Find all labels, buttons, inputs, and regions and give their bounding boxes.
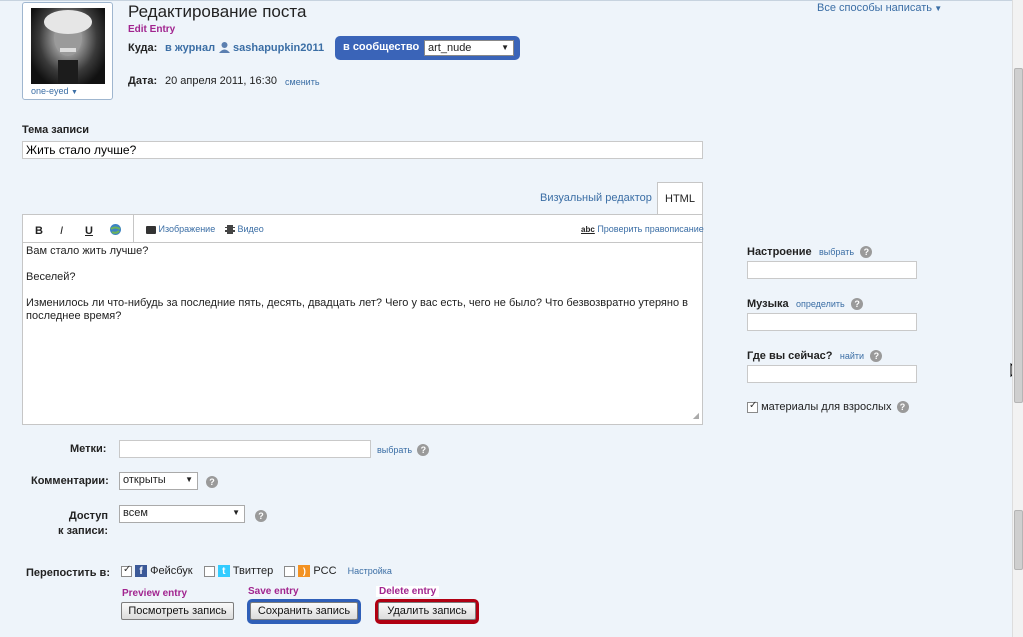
crosspost-settings-link[interactable]: Настройка <box>348 566 392 576</box>
location-input[interactable] <box>747 365 917 383</box>
comments-label: Комментарии: <box>31 475 109 487</box>
chevron-down-icon: ▼ <box>932 4 943 13</box>
scrollbar-thumb-lower[interactable] <box>1014 510 1023 570</box>
tags-input[interactable] <box>119 440 371 458</box>
help-icon[interactable]: ? <box>417 443 430 456</box>
edit-entry-annotation: Edit Entry <box>128 24 176 35</box>
community-label: в сообщество <box>343 41 420 53</box>
location-find-link[interactable]: найти <box>840 351 864 361</box>
top-border <box>0 0 1012 1</box>
chevron-down-icon: ▼ <box>501 43 509 52</box>
help-icon[interactable]: ? <box>860 245 873 258</box>
preview-button-wrap: Посмотреть запись <box>121 602 234 620</box>
delete-annotation: Delete entry <box>376 586 440 597</box>
tab-visual-editor[interactable]: Визуальный редактор <box>540 192 652 204</box>
tags-choose-link[interactable]: выбрать <box>377 445 412 455</box>
subject-label: Тема записи <box>22 124 90 136</box>
film-icon <box>225 225 235 235</box>
camera-icon <box>146 225 156 234</box>
help-icon[interactable]: ? <box>851 297 864 310</box>
rss-checkbox[interactable] <box>284 565 296 577</box>
access-label: Доступ к записи: <box>58 510 108 537</box>
facebook-icon: f <box>135 565 148 578</box>
community-box[interactable]: в сообщество art_nude ▼ <box>335 36 520 60</box>
music-label: Музыка <box>747 298 789 310</box>
scrollbar-thumb-upper[interactable] <box>1014 68 1023 403</box>
scrollbar[interactable] <box>1012 0 1023 637</box>
community-select[interactable]: art_nude ▼ <box>424 40 514 56</box>
all-ways-link[interactable]: Все способы написать ▼ <box>817 2 942 14</box>
user-icon <box>218 41 231 57</box>
preview-annotation: Preview entry <box>122 588 188 599</box>
adult-content-checkbox[interactable] <box>747 400 758 413</box>
delete-button-frame: Удалить запись <box>375 599 479 624</box>
spellcheck-button[interactable]: abc Проверить правописание <box>581 224 704 234</box>
page-title: Редактирование поста <box>128 2 307 21</box>
toolbar-divider <box>133 214 134 242</box>
comments-select[interactable]: открыты ▼ <box>119 472 198 490</box>
facebook-checkbox[interactable] <box>121 564 132 577</box>
location-row: Где вы сейчас? найти ? <box>747 348 883 362</box>
tags-choose-row: выбрать ? <box>377 442 430 456</box>
body-line-1: Вам стало жить лучше? <box>26 245 149 257</box>
twitter-icon: t <box>217 565 230 578</box>
resize-handle-icon[interactable]: ◢ <box>693 409 699 422</box>
preview-button[interactable]: Посмотреть запись <box>121 602 234 620</box>
crosspost-options: f Фейсбук t Твиттер ) РСС Настройка <box>121 564 392 578</box>
avatar <box>31 8 105 84</box>
link-globe-icon[interactable] <box>109 223 122 239</box>
delete-button[interactable]: Удалить запись <box>378 602 476 620</box>
rss-icon: ) <box>298 565 311 578</box>
italic-button[interactable]: I <box>60 225 63 237</box>
twitter-label: Твиттер <box>232 565 274 577</box>
date-value: 20 апреля 2011, 16:30 <box>165 75 277 87</box>
chevron-down-icon: ▼ <box>185 475 193 484</box>
underline-button[interactable]: U <box>85 225 93 237</box>
mood-label: Настроение <box>747 246 812 258</box>
music-detect-link[interactable]: определить <box>796 299 845 309</box>
tab-html-label: HTML <box>665 193 695 205</box>
save-button-frame: Сохранить запись <box>247 599 361 624</box>
entry-body-textarea[interactable]: Вам стало жить лучше? Веселей? Изменилос… <box>22 242 703 425</box>
crosspost-label: Перепостить в: <box>26 567 110 579</box>
twitter-checkbox[interactable] <box>203 565 215 577</box>
tags-label: Метки: <box>70 443 107 455</box>
username-label[interactable]: one-eyed <box>31 86 69 96</box>
userpic-box[interactable]: one-eyed ▼ <box>22 2 113 100</box>
mood-input[interactable] <box>747 261 917 279</box>
tab-html[interactable]: HTML <box>657 182 703 215</box>
help-icon[interactable]: ? <box>896 401 909 414</box>
save-annotation: Save entry <box>248 586 299 597</box>
body-line-3: Изменилось ли что-нибудь за последние пя… <box>26 297 688 322</box>
rss-label: РСС <box>313 565 337 577</box>
date-label: Дата: <box>128 75 158 87</box>
facebook-label: Фейсбук <box>150 565 193 577</box>
image-button[interactable]: Изображение <box>146 224 215 234</box>
mood-row: Настроение выбрать ? <box>747 244 873 258</box>
subject-input[interactable] <box>22 141 703 159</box>
bold-button[interactable]: B <box>35 225 43 237</box>
chevron-down-icon: ▼ <box>232 508 240 517</box>
journal-link[interactable]: в журнал <box>165 42 215 54</box>
save-button[interactable]: Сохранить запись <box>250 602 358 620</box>
adult-content-row: материалы для взрослых ? <box>747 400 909 414</box>
chevron-down-icon: ▼ <box>71 89 78 96</box>
adult-content-label: материалы для взрослых <box>761 401 892 413</box>
where-label: Куда: <box>128 42 158 54</box>
spellcheck-icon: abc <box>581 225 595 234</box>
help-icon[interactable]: ? <box>255 510 267 522</box>
help-icon[interactable]: ? <box>206 476 218 488</box>
help-icon[interactable]: ? <box>870 349 883 362</box>
location-label: Где вы сейчас? <box>747 350 833 362</box>
date-change-link[interactable]: сменить <box>285 77 320 87</box>
access-select[interactable]: всем ▼ <box>119 505 245 523</box>
video-button[interactable]: Видео <box>225 224 264 235</box>
journal-username[interactable]: sashapupkin2011 <box>233 42 324 54</box>
mood-choose-link[interactable]: выбрать <box>819 247 854 257</box>
music-input[interactable] <box>747 313 917 331</box>
body-line-2: Веселей? <box>26 271 76 283</box>
music-row: Музыка определить ? <box>747 296 864 310</box>
